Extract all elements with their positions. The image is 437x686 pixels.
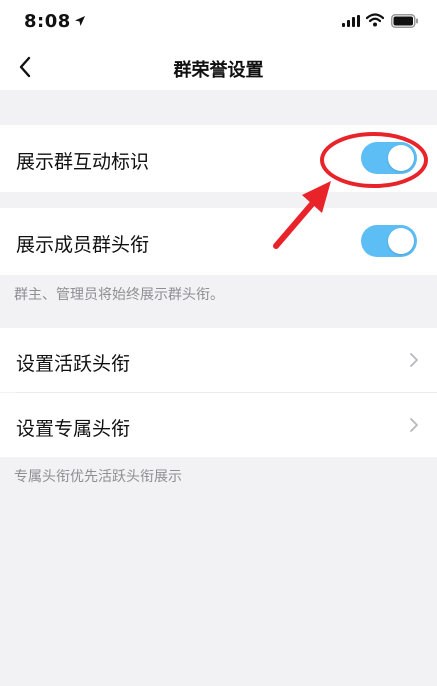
location-arrow-icon xyxy=(75,16,85,26)
battery-icon xyxy=(391,14,418,28)
status-time: 8:08 xyxy=(24,11,71,32)
page-title: 群荣誉设置 xyxy=(173,60,264,81)
nav-bar: 群荣誉设置 xyxy=(0,44,437,90)
set-active-title-label: 设置活跃头衔 xyxy=(16,353,131,375)
show-interaction-badge-toggle[interactable] xyxy=(361,142,417,174)
wifi-icon xyxy=(366,13,384,27)
set-exclusive-title-row[interactable]: 设置专属头衔 xyxy=(0,393,437,457)
set-exclusive-title-label: 设置专属头衔 xyxy=(16,418,131,440)
show-member-title-row: 展示成员群头衔 xyxy=(0,208,437,275)
show-interaction-badge-label: 展示群互动标识 xyxy=(16,151,150,173)
show-interaction-badge-row: 展示群互动标识 xyxy=(0,125,437,192)
chevron-right-icon xyxy=(410,353,418,367)
toggle-knob xyxy=(388,145,414,171)
toggle-knob xyxy=(388,228,414,254)
show-member-title-label: 展示成员群头衔 xyxy=(16,234,150,256)
title-hint: 群主、管理员将始终展示群头衔。 xyxy=(14,287,224,303)
set-active-title-row[interactable]: 设置活跃头衔 xyxy=(0,328,437,392)
status-bar: 8:08 xyxy=(0,0,437,44)
signal-icon xyxy=(342,15,360,27)
exclusive-title-hint: 专属头衔优先活跃头衔展示 xyxy=(14,469,182,485)
chevron-right-icon xyxy=(410,418,418,432)
show-member-title-toggle[interactable] xyxy=(361,225,417,257)
